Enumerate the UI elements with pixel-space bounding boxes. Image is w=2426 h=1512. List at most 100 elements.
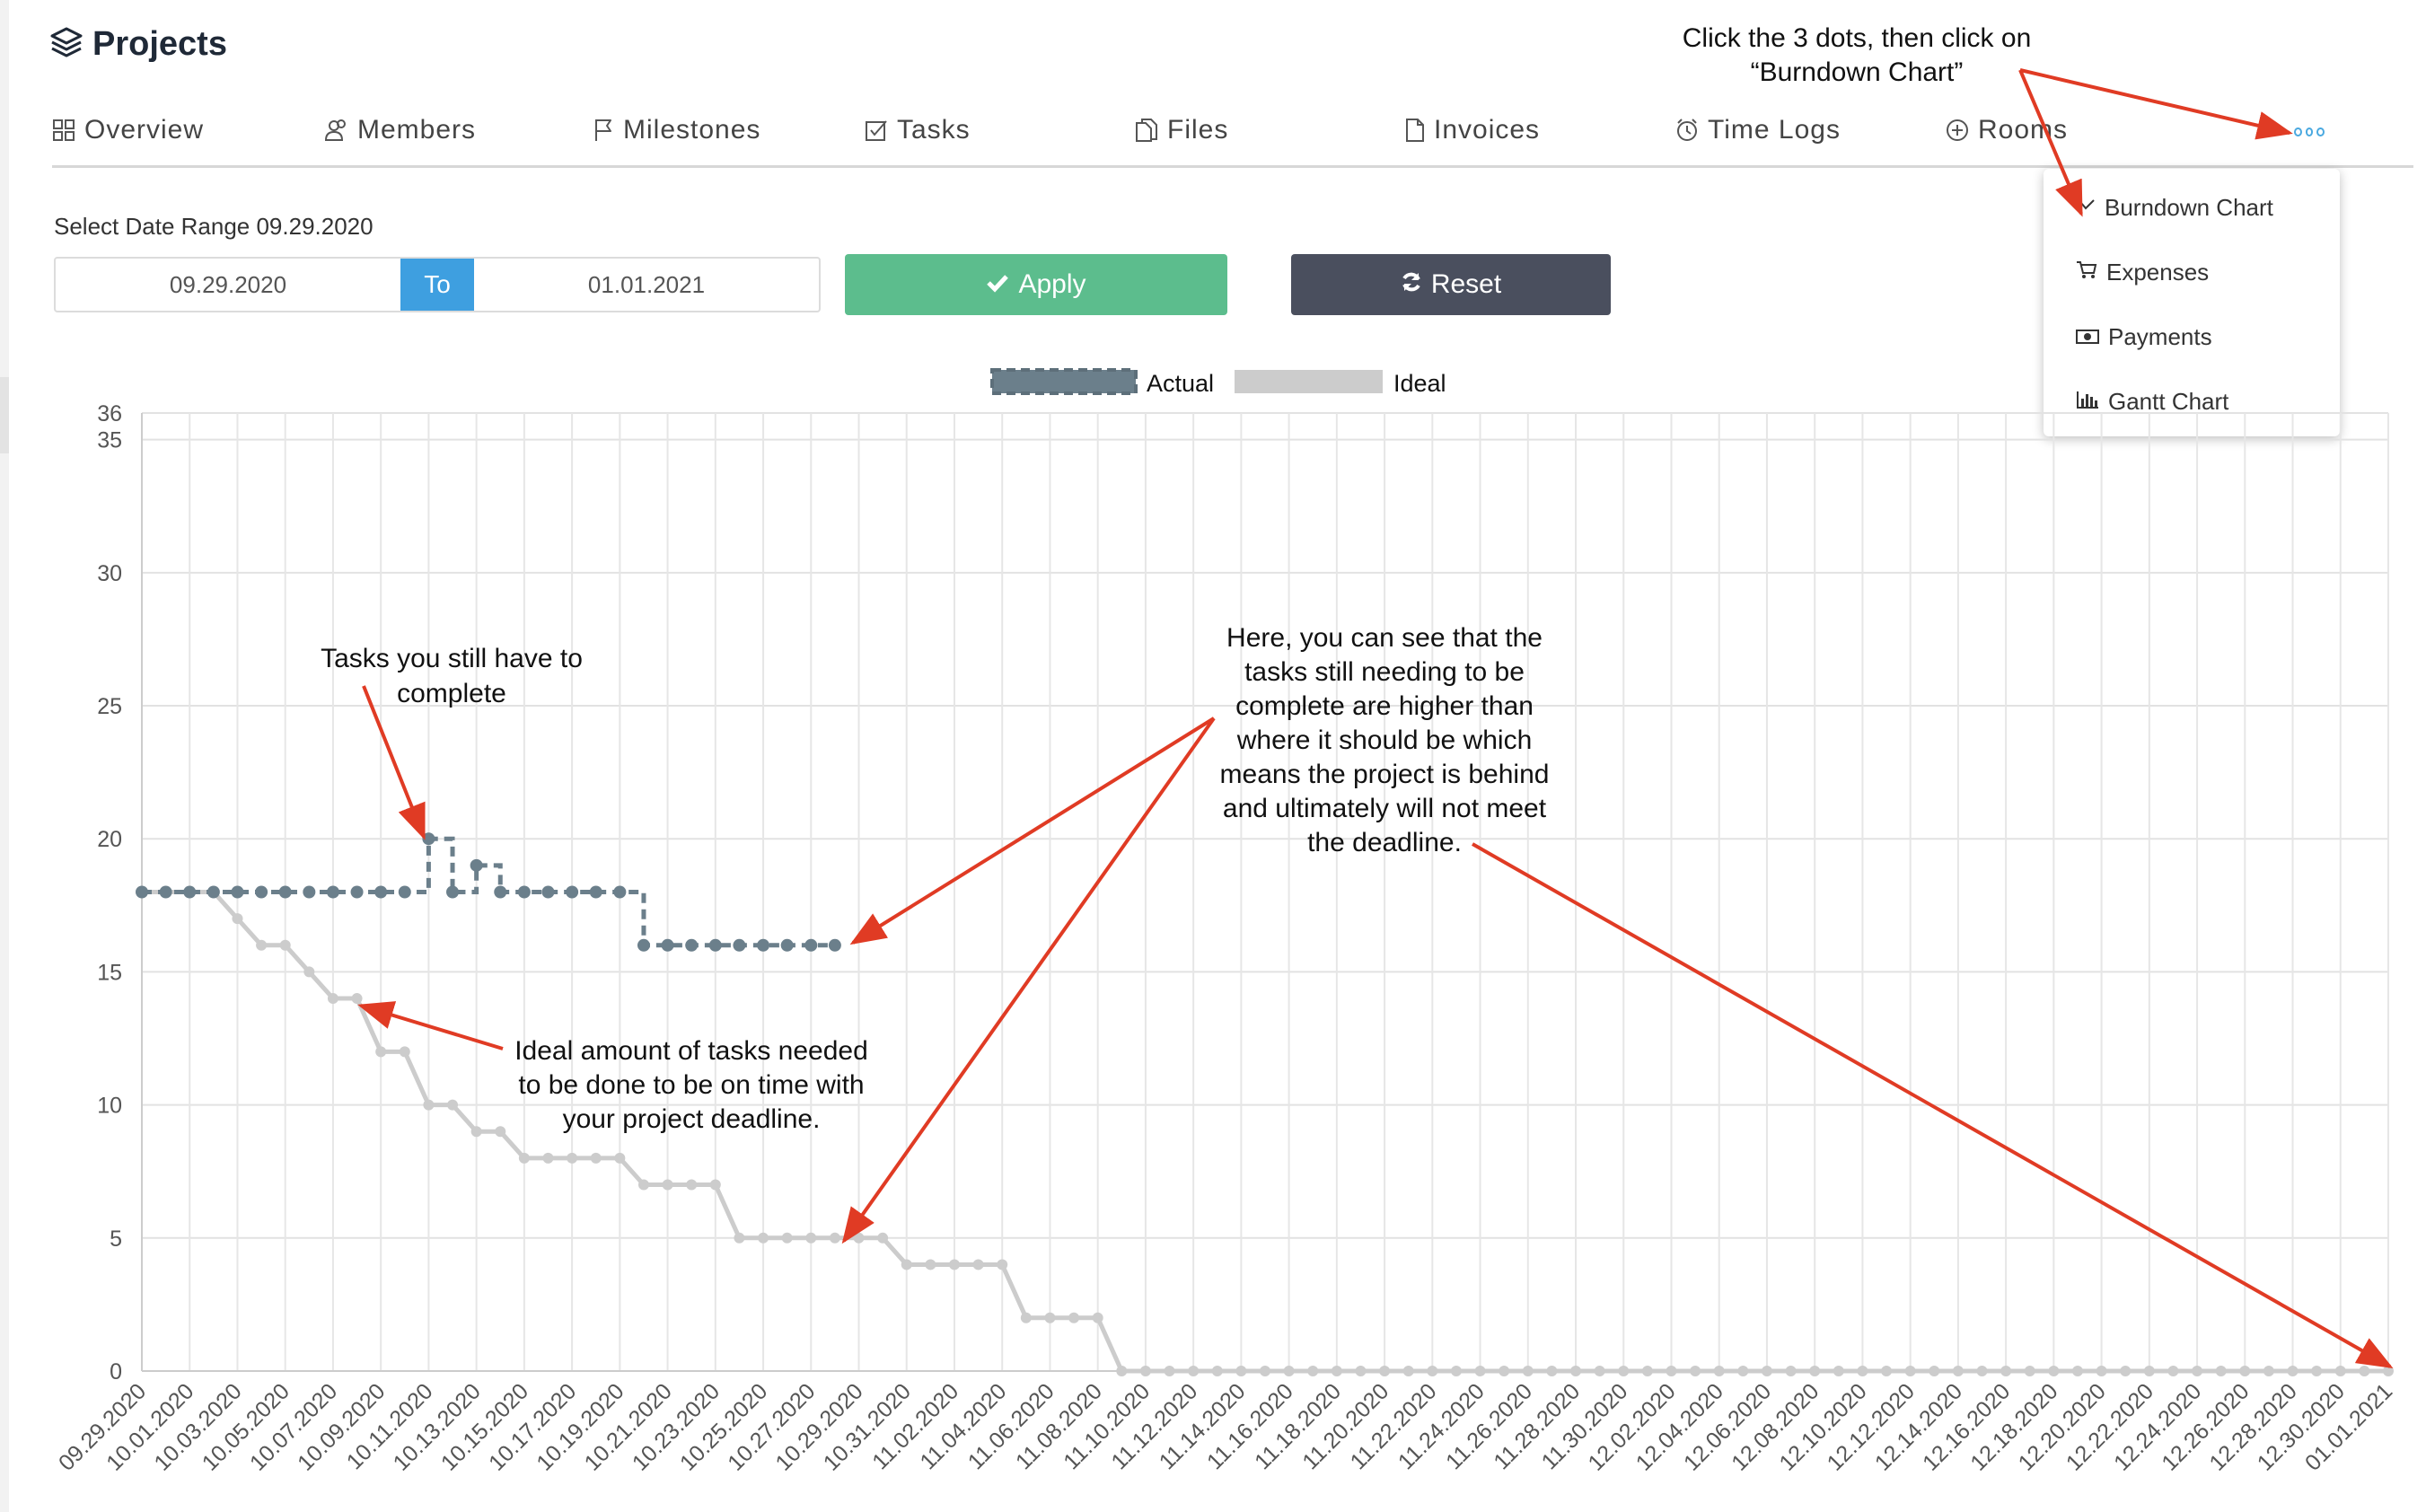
actual-point: [566, 885, 579, 899]
ideal-point: [829, 1232, 840, 1244]
ideal-point: [1904, 1366, 1916, 1376]
arrow-to-actual-peak: [362, 685, 426, 840]
actual-point: [326, 885, 339, 899]
ideal-point: [709, 1179, 721, 1191]
ideal-point: [1068, 1312, 1080, 1323]
ideal-point: [972, 1259, 984, 1270]
annotation-line: Click the 3 dots, then click on: [1683, 23, 2032, 53]
annotation-line: complete: [397, 679, 506, 708]
actual-point: [733, 938, 746, 952]
actual-point: [541, 885, 555, 899]
annotation-behind: Here, you can see that the tasks still n…: [1220, 623, 1550, 857]
ideal-point: [1211, 1366, 1223, 1376]
annotation-line: and ultimately will not meet: [1223, 794, 1547, 823]
ideal-point: [279, 939, 291, 951]
actual-point: [637, 938, 650, 952]
ideal-point: [1690, 1366, 1701, 1376]
ideal-point: [1116, 1366, 1128, 1376]
ideal-point: [327, 993, 338, 1005]
ideal-point: [567, 1152, 578, 1164]
ideal-point: [877, 1232, 889, 1244]
arrow-to-more-dots: [2019, 68, 2293, 140]
ideal-point: [1402, 1366, 1414, 1376]
ideal-point: [948, 1259, 960, 1270]
ideal-point: [997, 1259, 1008, 1270]
actual-point: [685, 938, 699, 952]
ideal-point: [2120, 1366, 2132, 1376]
ideal-point: [1235, 1366, 1247, 1376]
ideal-point: [495, 1126, 506, 1138]
ideal-point: [662, 1179, 673, 1191]
ideal-point: [2359, 1366, 2370, 1376]
arrow-to-burndown-item: [2018, 69, 2083, 217]
annotation-line: the deadline.: [1307, 828, 1462, 857]
ideal-point: [1260, 1366, 1270, 1376]
y-tick-label: 10: [97, 1094, 122, 1119]
ideal-point: [1737, 1366, 1749, 1376]
ideal-point: [1427, 1366, 1438, 1376]
ideal-point: [1761, 1366, 1772, 1376]
ideal-point: [1139, 1366, 1151, 1376]
annotation-line: to be done to be on time with: [518, 1070, 864, 1100]
ideal-point: [1307, 1366, 1319, 1376]
annotation-line: Ideal amount of tasks needed: [514, 1036, 868, 1066]
ideal-point: [518, 1152, 530, 1164]
ideal-point: [614, 1152, 626, 1164]
ideal-point: [1713, 1366, 1725, 1376]
actual-point: [207, 885, 220, 899]
ideal-point: [637, 1179, 649, 1191]
y-axis: 0 5 10 15 20 25 30 3536: [97, 401, 122, 1385]
ideal-point: [1929, 1366, 1940, 1376]
ideal-point: [853, 1232, 865, 1244]
ideal-point: [901, 1259, 912, 1270]
ideal-point: [1976, 1366, 1988, 1376]
ideal-point: [1881, 1366, 1893, 1376]
ideal-point: [1952, 1366, 1964, 1376]
burndown-chart: 0 5 10 15 20 25 30 3536 09.29.202010.01.202010.…: [54, 23, 2397, 1476]
y-tick-label: 35: [97, 428, 122, 453]
actual-point: [183, 885, 197, 899]
ideal-point: [925, 1259, 936, 1270]
ideal-point: [1331, 1366, 1342, 1376]
ideal-point: [1857, 1366, 1868, 1376]
x-axis: 09.29.202010.01.202010.03.202010.05.2020…: [54, 1378, 2397, 1475]
annotation-line: Tasks you still have to: [321, 644, 583, 673]
series-actual: [136, 832, 841, 952]
y-tick-label: 0: [110, 1359, 122, 1385]
ideal-point: [1092, 1312, 1103, 1323]
ideal-point: [1809, 1366, 1821, 1376]
ideal-point: [1641, 1366, 1653, 1376]
annotation-tasks-left: Tasks you still have to complete: [321, 644, 583, 708]
annotation-line: Here, you can see that the: [1226, 623, 1543, 653]
y-tick-label: 15: [97, 960, 122, 985]
actual-point: [255, 885, 268, 899]
ideal-point: [256, 939, 268, 951]
ideal-point: [447, 1099, 459, 1111]
ideal-point: [1044, 1312, 1056, 1323]
ideal-point: [470, 1126, 482, 1138]
legend-label-ideal: Ideal: [1393, 370, 1446, 397]
y-tick-label: 20: [97, 827, 122, 852]
chart-legend: Actual Ideal: [990, 368, 1446, 397]
ideal-point: [2263, 1366, 2274, 1376]
actual-point: [398, 885, 411, 899]
ideal-point: [590, 1152, 602, 1164]
ideal-point: [1499, 1366, 1510, 1376]
ideal-point: [423, 1099, 435, 1111]
actual-point: [446, 885, 460, 899]
ideal-point: [2071, 1366, 2083, 1376]
ideal-point: [1020, 1312, 1032, 1323]
actual-point: [159, 885, 172, 899]
arrow-to-ideal-midpoint: [841, 716, 1216, 1244]
annotation-line: where it should be which: [1236, 725, 1533, 755]
ideal-point: [375, 1046, 387, 1058]
ideal-point: [1522, 1366, 1534, 1376]
ideal-point: [734, 1232, 745, 1244]
actual-point: [278, 885, 292, 899]
legend-swatch-actual: [990, 368, 1138, 395]
arrow-to-ideal-line: [357, 1001, 504, 1050]
actual-point: [494, 885, 507, 899]
ideal-point: [1833, 1366, 1844, 1376]
ideal-point: [2000, 1366, 2012, 1376]
actual-point: [231, 885, 244, 899]
